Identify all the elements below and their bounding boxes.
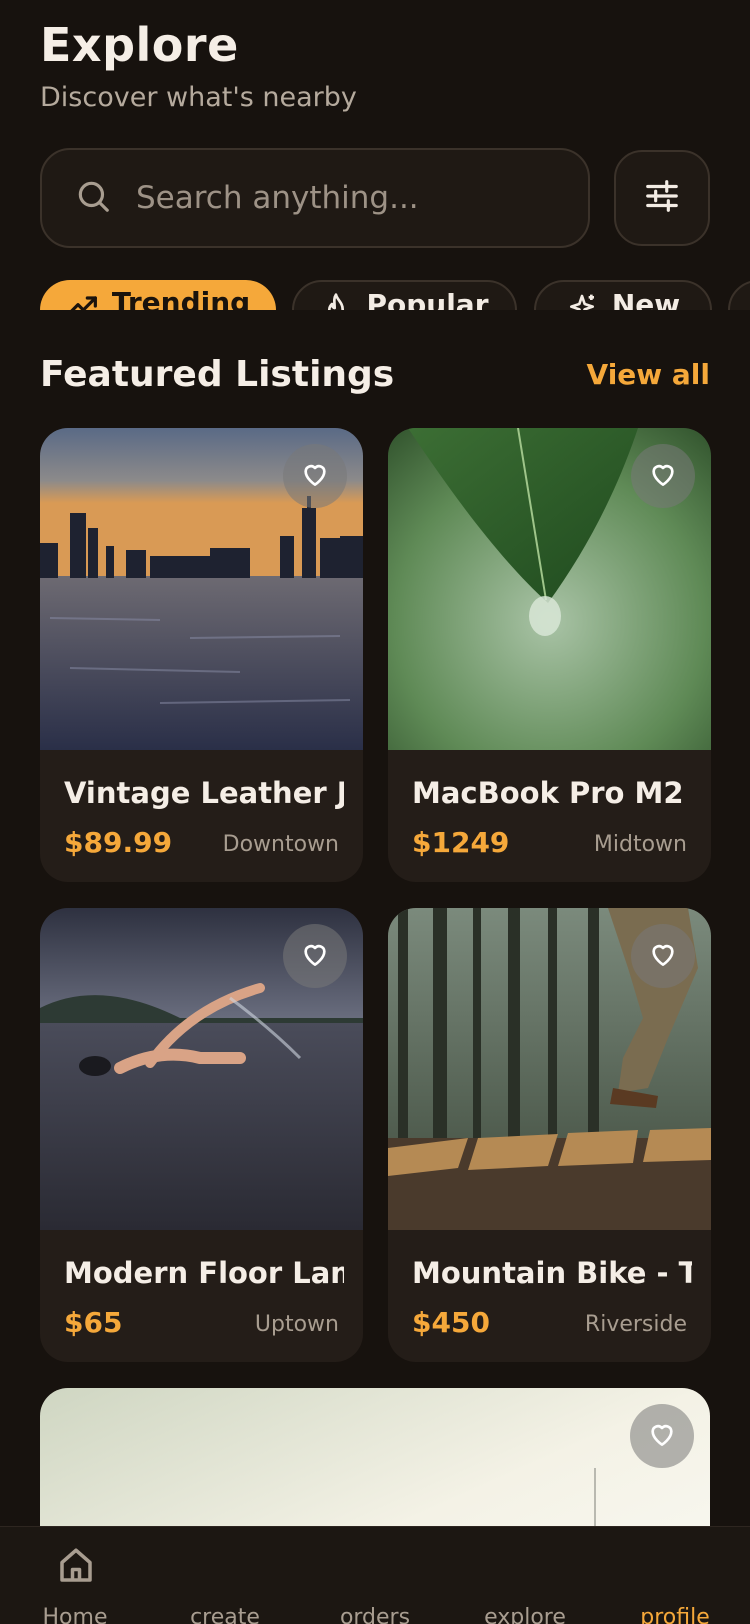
nav-label: Home (42, 1605, 108, 1624)
page-title: Explore (40, 18, 239, 72)
trending-up-icon (66, 286, 98, 310)
chip-label: New (611, 288, 681, 310)
chip-label: Trending (111, 286, 251, 310)
header: Explore Discover what's nearby (40, 18, 357, 113)
favorite-button[interactable] (631, 444, 695, 508)
nav-create[interactable]: create (150, 1527, 300, 1624)
nav-label: orders (339, 1605, 411, 1624)
listing-title: MacBook Pro M2 ... (412, 776, 692, 810)
nav-label: explore (484, 1605, 566, 1624)
search-input[interactable]: Search anything... (40, 148, 590, 248)
listing-location: Riverside (584, 1312, 687, 1337)
listing-title: Modern Floor Lamp (64, 1256, 344, 1290)
chip-trending[interactable]: Trending (40, 280, 276, 310)
category-chips: Trending Popular New (0, 278, 750, 310)
favorite-button[interactable] (283, 924, 347, 988)
heart-icon (646, 1418, 678, 1454)
sliders-icon (643, 177, 681, 219)
nav-label: profile (640, 1605, 710, 1624)
nav-explore[interactable]: explore (450, 1527, 600, 1624)
filter-button[interactable] (614, 150, 710, 246)
listing-price: $65 (64, 1306, 123, 1339)
flame-icon (320, 288, 352, 310)
favorite-button[interactable] (283, 444, 347, 508)
listing-price: $450 (412, 1306, 490, 1339)
listing-title: Mountain Bike - T... (412, 1256, 692, 1290)
nav-profile[interactable]: profile (600, 1527, 750, 1624)
heart-icon (299, 938, 331, 974)
section-title: Featured Listings (40, 354, 395, 395)
explore-screen: Explore Discover what's nearby Search an… (0, 0, 750, 1624)
heart-icon (647, 458, 679, 494)
nav-home[interactable]: Home (0, 1527, 150, 1624)
listing-location: Downtown (222, 832, 339, 857)
listing-price: $1249 (412, 826, 510, 859)
search-placeholder: Search anything... (136, 180, 419, 216)
heart-icon (299, 458, 331, 494)
view-all-link[interactable]: View all (587, 358, 710, 391)
sparkles-icon (566, 288, 598, 310)
page-subtitle: Discover what's nearby (40, 82, 357, 113)
nav-orders[interactable]: orders (300, 1527, 450, 1624)
favorite-button[interactable] (631, 924, 695, 988)
chip-popular[interactable]: Popular (292, 280, 517, 310)
listing-card[interactable]: Vintage Leather J... $89.99 Downtown (40, 428, 363, 882)
listing-location: Midtown (593, 832, 687, 857)
bottom-nav: Home create orders explore profile (0, 1526, 750, 1624)
nav-label: create (190, 1605, 260, 1624)
listing-price: $89.99 (64, 826, 173, 859)
listing-card[interactable]: Modern Floor Lamp $65 Uptown (40, 908, 363, 1362)
listing-title: Vintage Leather J... (64, 776, 344, 810)
favorite-button[interactable] (630, 1404, 694, 1468)
search-icon (74, 177, 112, 219)
chip-more[interactable] (728, 280, 750, 310)
chip-label: Popular (366, 288, 489, 310)
chip-new[interactable]: New (534, 280, 712, 310)
listing-card[interactable]: MacBook Pro M2 ... $1249 Midtown (388, 428, 711, 882)
listing-card[interactable]: Mountain Bike - T... $450 Riverside (388, 908, 711, 1362)
listing-location: Uptown (254, 1312, 339, 1337)
heart-icon (647, 938, 679, 974)
